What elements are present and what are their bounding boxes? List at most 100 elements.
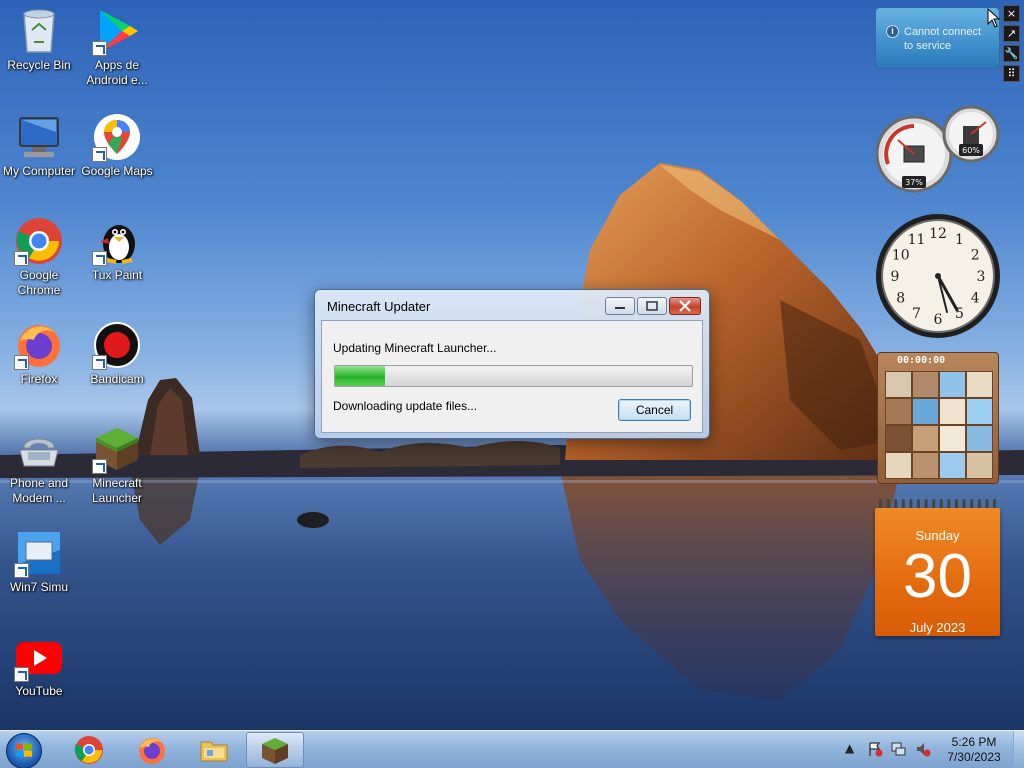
- clock-numeral: 1: [955, 232, 964, 248]
- puzzle-timer: 00:00:00: [897, 355, 946, 366]
- chrome-icon: [14, 216, 64, 266]
- puzzle-tile[interactable]: [912, 398, 939, 425]
- start-button[interactable]: [6, 733, 42, 768]
- dialog-message: Updating Minecraft Launcher...: [333, 341, 497, 355]
- desktop-icon-google-maps[interactable]: Google Maps: [78, 112, 156, 179]
- progress-fill: [335, 366, 385, 386]
- gadget-close-icon[interactable]: ×: [1003, 5, 1020, 22]
- mouse-cursor-icon: [987, 8, 1001, 28]
- desktop-icon-label: My Computer: [2, 164, 76, 178]
- shortcut-arrow-icon: [92, 147, 107, 162]
- clock-gadget[interactable]: 12 1 2 3 4 5 6 7 8 9 10 11: [874, 212, 1002, 340]
- maximize-button[interactable]: [637, 297, 667, 315]
- taskbar: ▲ 5:26 PM 7/30/2023: [0, 730, 1024, 768]
- minecraft-updater-dialog: Minecraft Updater Updating Minecraft Lau…: [314, 289, 710, 439]
- win7-simu-icon: [14, 528, 64, 578]
- puzzle-tile[interactable]: [912, 425, 939, 452]
- desktop-icon-win7-simu[interactable]: Win7 Simu: [0, 528, 78, 595]
- taskbar-date: 7/30/2023: [947, 750, 1001, 764]
- desktop-icon-google-chrome[interactable]: Google Chrome: [0, 216, 78, 298]
- puzzle-tile[interactable]: [912, 371, 939, 398]
- dialog-title: Minecraft Updater: [327, 299, 431, 314]
- puzzle-tile[interactable]: [939, 425, 966, 452]
- calendar-gadget[interactable]: Sunday 30 July 2023: [875, 498, 1000, 636]
- taskbar-minecraft[interactable]: [246, 732, 304, 768]
- folder-icon: [200, 741, 228, 762]
- volume-muted-icon[interactable]: [915, 741, 931, 757]
- close-icon: [679, 300, 691, 312]
- desktop-icon-label: Bandicam: [90, 372, 144, 386]
- desktop-icon-recycle-bin[interactable]: Recycle Bin: [0, 6, 78, 73]
- desktop-icon-label: Apps de Android e...: [86, 58, 148, 87]
- taskbar-firefox[interactable]: [124, 732, 179, 768]
- taskbar-clock[interactable]: 5:26 PM 7/30/2023: [940, 735, 1008, 765]
- phone-modem-icon: [14, 424, 64, 474]
- bandicam-icon: [92, 320, 142, 370]
- cancel-button[interactable]: Cancel: [618, 399, 691, 421]
- shortcut-arrow-icon: [92, 41, 107, 56]
- puzzle-tile[interactable]: [939, 398, 966, 425]
- shortcut-arrow-icon: [92, 459, 107, 474]
- puzzle-tile[interactable]: [912, 452, 939, 479]
- gadget-toolbar: × ↗ 🔧 ⠿: [1003, 5, 1022, 88]
- shortcut-arrow-icon: [14, 251, 29, 266]
- desktop-icon-label: Minecraft Launcher: [91, 476, 143, 505]
- calendar-page: Sunday 30 July 2023: [875, 508, 1000, 636]
- puzzle-tile[interactable]: [966, 398, 993, 425]
- minimize-button[interactable]: [605, 297, 635, 315]
- desktop-icon-bandicam[interactable]: Bandicam: [78, 320, 156, 387]
- clock-numeral: 3: [977, 269, 986, 285]
- tux-paint-icon: [92, 216, 142, 266]
- puzzle-tile[interactable]: [885, 452, 912, 479]
- taskbar-chrome[interactable]: [61, 732, 116, 768]
- desktop-icon-label: Phone and Modem ...: [9, 476, 69, 505]
- taskbar-time: 5:26 PM: [951, 735, 997, 749]
- network-icon[interactable]: [890, 741, 906, 757]
- gadget-size-icon[interactable]: ↗: [1003, 25, 1020, 42]
- desktop-icon-my-computer[interactable]: My Computer: [0, 112, 78, 179]
- close-button[interactable]: [669, 297, 701, 315]
- clock-numeral: 7: [912, 306, 921, 322]
- desktop-icon-firefox[interactable]: Firefox: [0, 320, 78, 387]
- gadget-drag-icon[interactable]: ⠿: [1003, 65, 1020, 82]
- puzzle-tile[interactable]: [939, 452, 966, 479]
- puzzle-tile[interactable]: [939, 371, 966, 398]
- chrome-icon: [74, 736, 103, 764]
- desktop-icon-label: Google Chrome: [17, 268, 61, 297]
- calendar-date: 30: [903, 542, 972, 611]
- clock-numeral: 6: [934, 312, 943, 328]
- dialog-status: Downloading update files...: [333, 399, 478, 413]
- info-icon: i: [886, 25, 899, 38]
- taskbar-explorer[interactable]: [186, 732, 241, 768]
- desktop-icon-label: Recycle Bin: [7, 58, 71, 72]
- puzzle-tile[interactable]: [966, 452, 993, 479]
- show-desktop-button[interactable]: [1013, 731, 1024, 768]
- puzzle-tile[interactable]: [885, 398, 912, 425]
- calendar-weekday: Sunday: [915, 528, 960, 543]
- puzzle-tile[interactable]: [885, 425, 912, 452]
- shortcut-arrow-icon: [92, 251, 107, 266]
- feed-status-line2: to service: [904, 40, 952, 52]
- windows-logo-icon: [16, 743, 32, 757]
- clock-numeral: 10: [892, 248, 910, 264]
- puzzle-tile[interactable]: [966, 425, 993, 452]
- minecraft-icon: [92, 424, 142, 474]
- desktop-icon-tux-paint[interactable]: Tux Paint: [78, 216, 156, 283]
- shortcut-arrow-icon: [14, 355, 29, 370]
- show-hidden-icons-icon[interactable]: ▲: [845, 741, 854, 755]
- gadget-options-icon[interactable]: 🔧: [1003, 45, 1020, 62]
- puzzle-tile[interactable]: [885, 371, 912, 398]
- puzzle-tile[interactable]: [966, 371, 993, 398]
- puzzle-grid[interactable]: [885, 371, 993, 479]
- feed-headlines-gadget[interactable]: i Cannot connect to service: [875, 7, 1000, 69]
- cpu-meter-gadget[interactable]: 37% 60%: [875, 104, 1000, 198]
- desktop-icon-youtube[interactable]: YouTube: [0, 632, 78, 699]
- desktop-icon-minecraft-launcher[interactable]: Minecraft Launcher: [78, 424, 156, 506]
- desktop-icon-google-play[interactable]: Apps de Android e...: [78, 6, 156, 88]
- action-center-flag-icon[interactable]: [867, 741, 883, 757]
- google-maps-icon: [92, 112, 142, 162]
- update-progress-bar: [334, 365, 693, 387]
- clock-numeral: 8: [896, 291, 905, 307]
- desktop-icon-phone-modem[interactable]: Phone and Modem ...: [0, 424, 78, 506]
- picture-puzzle-gadget[interactable]: 00:00:00: [877, 352, 999, 484]
